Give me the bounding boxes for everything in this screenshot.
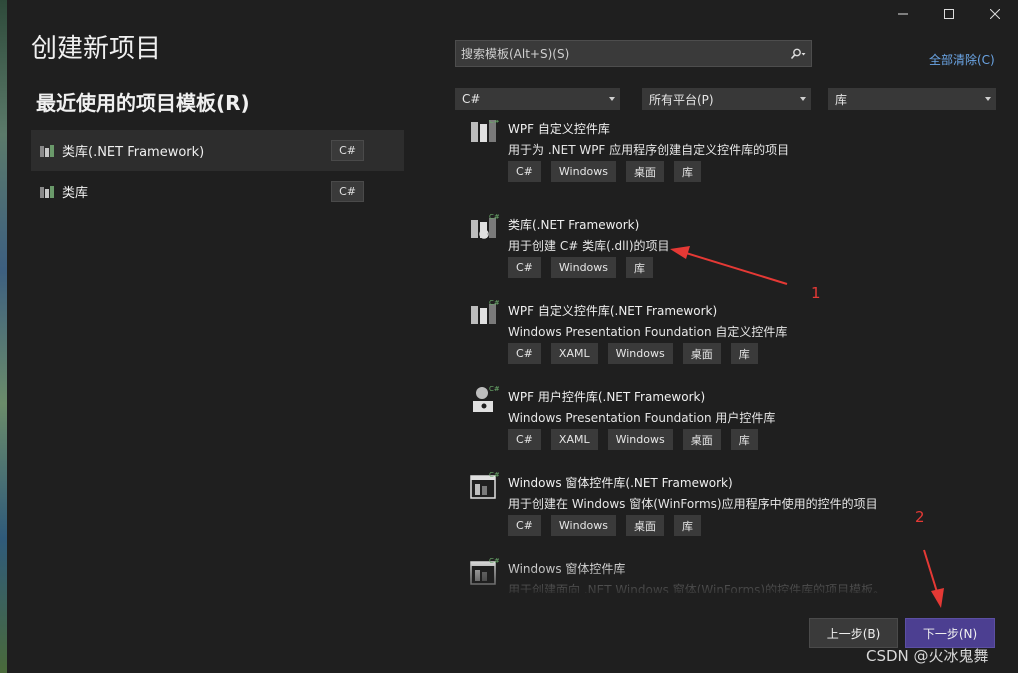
search-icon[interactable] [787, 43, 809, 65]
template-item-class-library-framework[interactable]: C# 类库(.NET Framework) 用于创建 C# 类库(.dll)的项… [455, 206, 1000, 292]
template-tags: C# Windows 库 [508, 257, 654, 278]
recent-templates-heading: 最近使用的项目模板(R) [36, 91, 250, 115]
template-description: 用于为 .NET WPF 应用程序创建自定义控件库的项目 [508, 143, 790, 157]
window-controls [880, 0, 1018, 28]
template-name: Windows 窗体控件库 [508, 562, 626, 576]
tag: C# [508, 161, 541, 182]
svg-text:C#: C# [489, 213, 499, 221]
project-type-filter-value: 库 [835, 92, 848, 107]
recent-item-class-library[interactable]: 类库 C# [31, 171, 404, 212]
template-tags: C# XAML Windows 桌面 库 [508, 429, 758, 450]
tag: C# [508, 343, 541, 364]
tag: 库 [730, 343, 758, 364]
winforms-control-library-icon: C# [470, 557, 499, 585]
tag: 桌面 [682, 343, 721, 364]
tag: Windows [550, 257, 617, 278]
template-item-winforms-control-library-framework[interactable]: C# Windows 窗体控件库(.NET Framework) 用于创建在 W… [455, 464, 1000, 550]
template-name: WPF 用户控件库(.NET Framework) [508, 390, 706, 404]
maximize-icon [944, 9, 954, 19]
template-name: WPF 自定义控件库 [508, 122, 610, 136]
search-input[interactable]: 搜索模板(Alt+S)(S) [456, 45, 787, 62]
template-item-wpf-custom-control-library-framework[interactable]: C# WPF 自定义控件库(.NET Framework) Windows Pr… [455, 292, 1000, 378]
template-description: Windows Presentation Foundation 用户控件库 [508, 411, 776, 425]
language-filter-value: C# [462, 92, 481, 106]
platform-filter-value: 所有平台(P) [649, 92, 714, 107]
wpf-user-control-icon: C# [473, 385, 499, 412]
tag: C# [508, 515, 541, 536]
recent-templates-list: 类库(.NET Framework) C# 类库 C# [31, 130, 404, 212]
svg-text:C#: C# [489, 471, 499, 479]
svg-text:C#: C# [489, 120, 499, 125]
svg-text:C#: C# [489, 557, 499, 565]
svg-text:C#: C# [489, 385, 499, 393]
winforms-control-library-icon: C# [470, 471, 499, 499]
recent-item-label: 类库(.NET Framework) [62, 145, 205, 160]
tag: Windows [550, 515, 617, 536]
close-button[interactable] [972, 0, 1018, 28]
language-filter[interactable]: C# [455, 88, 620, 110]
template-item-wpf-user-control-library-framework[interactable]: C# WPF 用户控件库(.NET Framework) Windows Pre… [455, 378, 1000, 464]
recent-item-class-library-framework[interactable]: 类库(.NET Framework) C# [31, 130, 404, 171]
class-library-icon [40, 185, 54, 198]
tag: XAML [550, 343, 598, 364]
watermark: CSDN @火冰鬼舞 [866, 647, 989, 665]
tag: 库 [730, 429, 758, 450]
template-tags: C# Windows 桌面 库 [508, 515, 702, 536]
template-tags: C# XAML Windows 桌面 库 [508, 343, 758, 364]
chevron-down-icon [985, 97, 991, 101]
tag: 库 [674, 515, 702, 536]
language-badge: C# [331, 140, 364, 161]
tag: 桌面 [682, 429, 721, 450]
tag: C# [508, 429, 541, 450]
class-library-icon: C# [471, 213, 499, 239]
annotation-marker-1: 1 [811, 284, 821, 302]
wpf-control-library-icon: C# [471, 120, 499, 142]
tag: 库 [674, 161, 702, 182]
project-type-filter[interactable]: 库 [828, 88, 996, 110]
template-description: 用于创建在 Windows 窗体(WinForms)应用程序中使用的控件的项目 [508, 497, 878, 511]
tag: 桌面 [626, 515, 665, 536]
svg-text:C#: C# [489, 299, 499, 307]
template-name: Windows 窗体控件库(.NET Framework) [508, 476, 733, 490]
template-description: 用于创建面向 .NET Windows 窗体(WinForms)的控件库的项目模… [508, 583, 886, 593]
chevron-down-icon [609, 97, 615, 101]
tag: XAML [550, 429, 598, 450]
desktop-background-strip [0, 0, 7, 673]
template-item-winforms-control-library[interactable]: C# Windows 窗体控件库 用于创建面向 .NET Windows 窗体(… [455, 550, 1000, 593]
class-library-icon [40, 144, 54, 157]
template-item-wpf-custom-control-library[interactable]: C# WPF 自定义控件库 用于为 .NET WPF 应用程序创建自定义控件库的… [455, 120, 1000, 196]
annotation-marker-2: 2 [915, 508, 925, 526]
minimize-button[interactable] [880, 0, 926, 28]
tag: 库 [626, 257, 654, 278]
tag: Windows [607, 343, 673, 364]
chevron-down-icon [800, 97, 806, 101]
clear-all-link[interactable]: 全部清除(C) [929, 51, 995, 68]
template-description: Windows Presentation Foundation 自定义控件库 [508, 325, 788, 339]
language-badge: C# [331, 181, 364, 202]
next-button[interactable]: 下一步(N) [905, 618, 995, 648]
minimize-icon [898, 13, 908, 15]
platform-filter[interactable]: 所有平台(P) [642, 88, 811, 110]
maximize-button[interactable] [926, 0, 972, 28]
page-title: 创建新项目 [31, 34, 162, 64]
template-name: 类库(.NET Framework) [508, 218, 640, 232]
template-search-box[interactable]: 搜索模板(Alt+S)(S) [455, 40, 812, 67]
tag: 桌面 [626, 161, 665, 182]
wpf-control-library-icon: C# [471, 299, 499, 324]
previous-button[interactable]: 上一步(B) [809, 618, 898, 648]
close-icon [990, 9, 1000, 19]
template-name: WPF 自定义控件库(.NET Framework) [508, 304, 718, 318]
template-tags: C# Windows 桌面 库 [508, 161, 702, 182]
tag: Windows [550, 161, 617, 182]
tag: Windows [607, 429, 673, 450]
tag: C# [508, 257, 541, 278]
recent-item-label: 类库 [62, 186, 89, 201]
template-description: 用于创建 C# 类库(.dll)的项目 [508, 239, 670, 253]
